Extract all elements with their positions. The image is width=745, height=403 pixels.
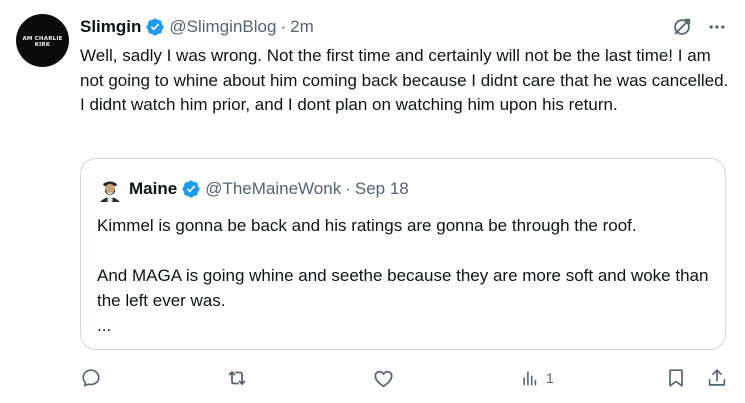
tweet-action-bar: 1 — [80, 366, 730, 390]
quoted-author-handle[interactable]: @TheMaineWonk — [205, 179, 341, 199]
retweet-button[interactable] — [225, 366, 249, 390]
tweet-timestamp[interactable]: 2m — [290, 17, 314, 37]
author-name[interactable]: Slimgin — [80, 17, 141, 37]
quoted-paragraph: And MAGA is going whine and seethe becau… — [97, 266, 709, 310]
quoted-paragraph: Kimmel is gonna be back and his ratings … — [97, 216, 637, 235]
quoted-verified-badge-icon — [182, 180, 200, 198]
verified-badge-icon — [146, 18, 164, 36]
author-avatar[interactable]: AM CHARLIE KIRK — [16, 14, 69, 67]
separator-dot: · — [280, 17, 287, 36]
quoted-separator-dot: · — [345, 179, 351, 198]
quoted-author-avatar-image-icon — [97, 176, 123, 202]
reply-button[interactable] — [80, 366, 102, 390]
quoted-timestamp[interactable]: Sep 18 — [355, 179, 409, 199]
tweet-top-actions — [671, 16, 727, 38]
quoted-author-avatar[interactable] — [97, 176, 123, 202]
quoted-ellipsis: ... — [97, 316, 112, 335]
retweet-icon — [228, 371, 246, 385]
bookmark-icon — [669, 369, 683, 387]
bookmark-button[interactable] — [665, 366, 687, 390]
share-icon — [708, 369, 726, 386]
quoted-author-name[interactable]: Maine — [129, 179, 177, 199]
quoted-tweet-text: Kimmel is gonna be back and his ratings … — [97, 213, 712, 338]
heart-icon — [374, 370, 393, 387]
quoted-tweet-header: Maine @TheMaineWonk · Sep 18 — [97, 176, 409, 202]
quoted-tweet[interactable]: Maine @TheMaineWonk · Sep 18 Kimmel is g… — [80, 158, 726, 350]
share-button[interactable] — [706, 366, 728, 390]
tweet-header: Slimgin @SlimginBlog · 2m — [80, 14, 314, 40]
views-icon — [523, 371, 537, 386]
grok-icon[interactable] — [671, 16, 693, 38]
views-count: 1 — [546, 370, 554, 386]
like-button[interactable] — [372, 366, 395, 390]
author-handle[interactable]: @SlimginBlog — [169, 17, 276, 37]
tweet-text: Well, sadly I was wrong. Not the first t… — [80, 46, 729, 114]
views-button[interactable]: 1 — [520, 366, 554, 390]
more-options-icon[interactable] — [707, 17, 727, 37]
reply-icon — [82, 369, 100, 387]
avatar-text: AM CHARLIE KIRK — [22, 35, 63, 48]
